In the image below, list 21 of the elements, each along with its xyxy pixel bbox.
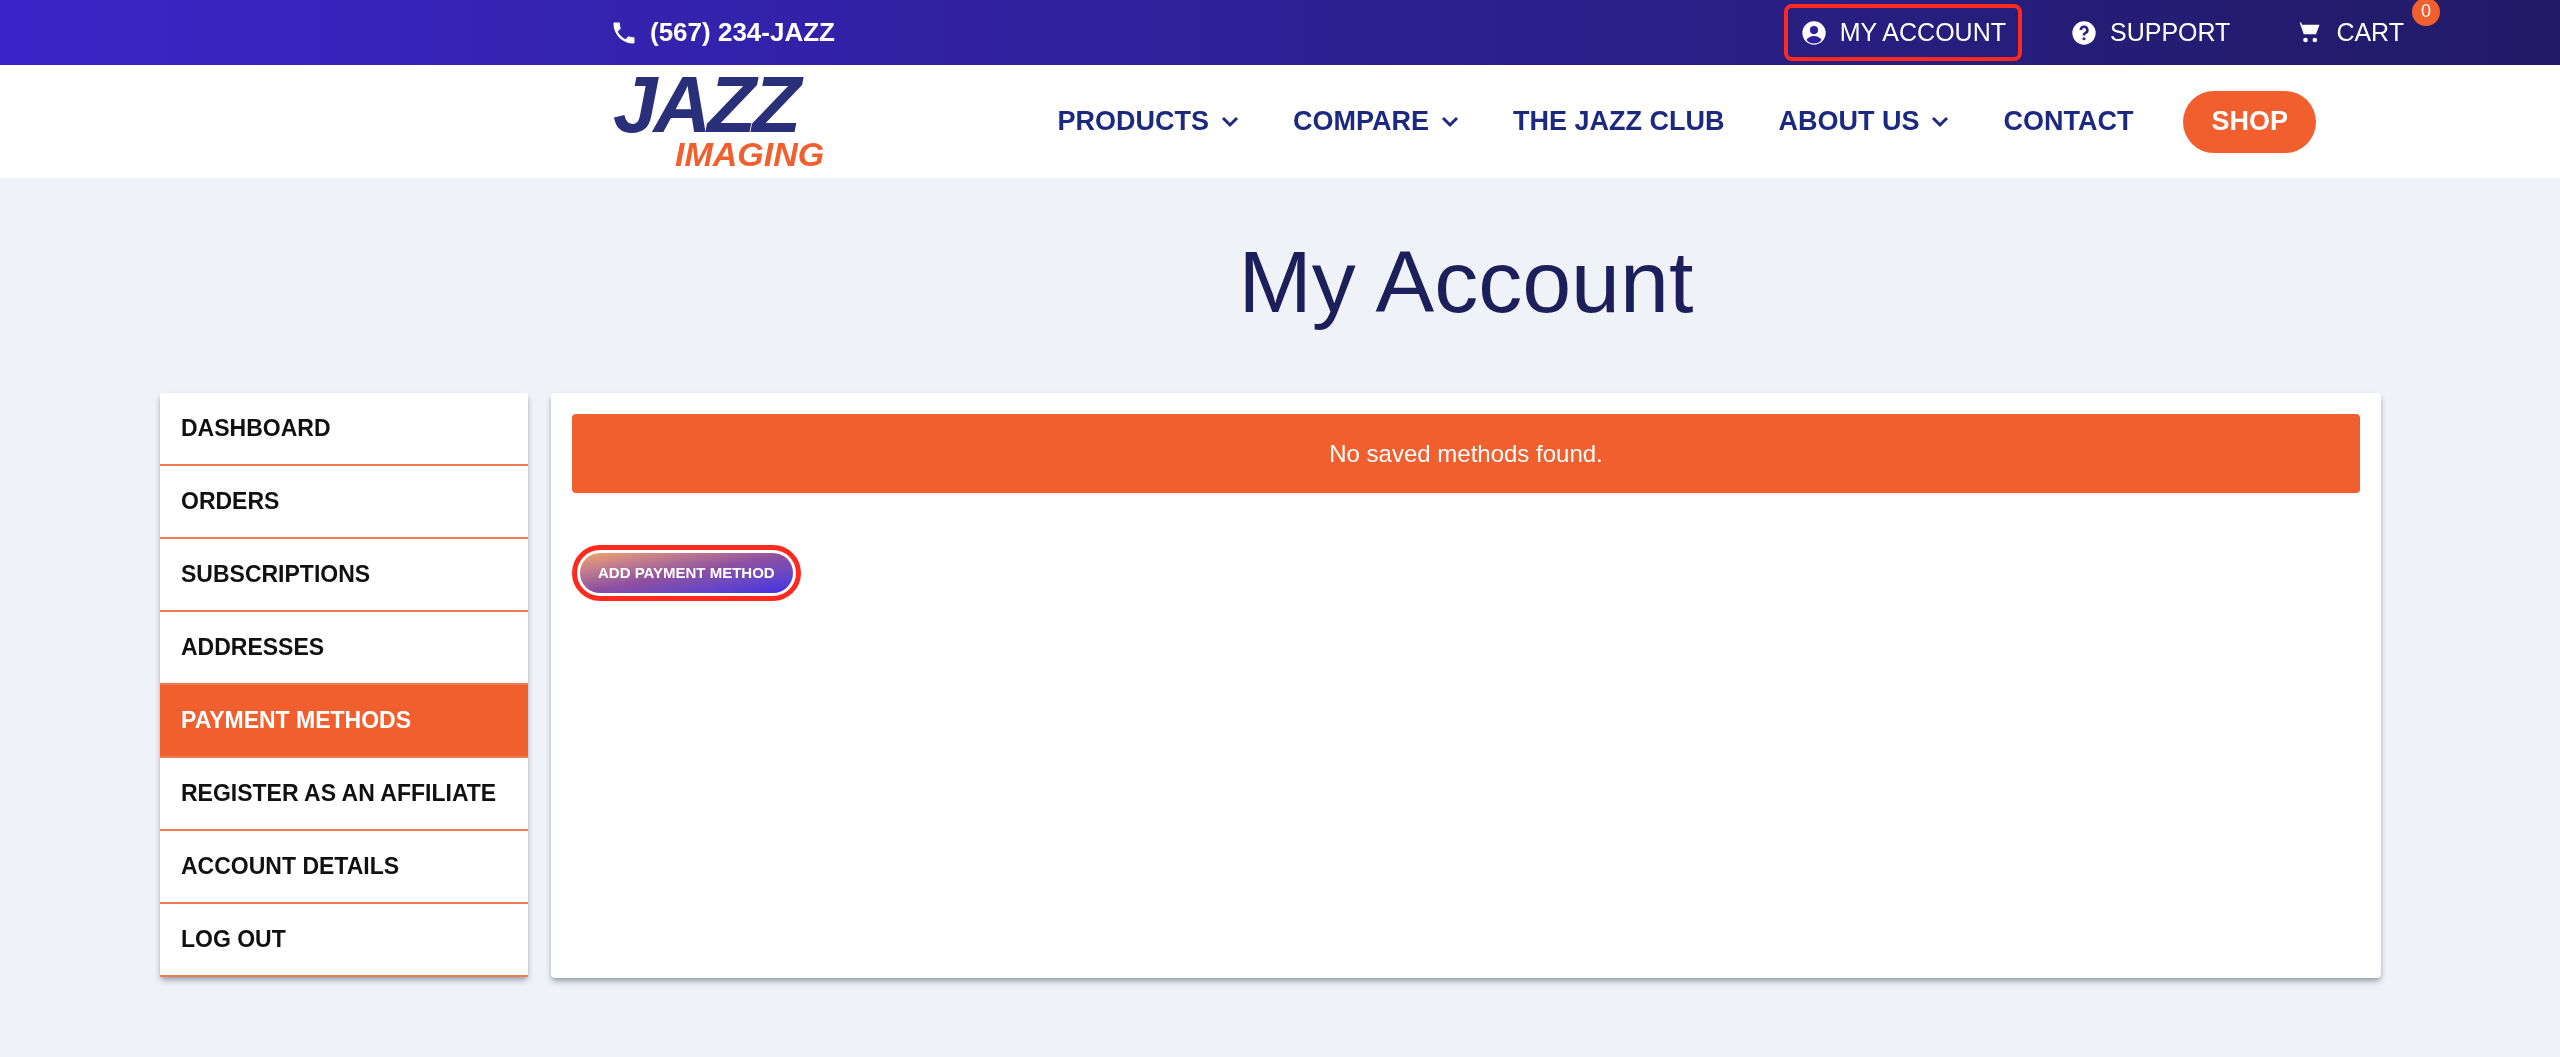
help-icon [2070,18,2098,47]
nav-link[interactable]: ABOUT US [1778,101,1950,142]
add-payment-method-button[interactable]: ADD PAYMENT METHOD [580,553,793,593]
phone-number[interactable]: (567) 234-JAZZ [650,13,835,52]
account-menu-item[interactable]: ADDRESSES [160,612,528,685]
logo[interactable]: JAZZ IMAGING [613,72,825,171]
account-menu-item[interactable]: DASHBOARD [160,393,528,466]
account-menu-item[interactable]: SUBSCRIPTIONS [160,539,528,612]
account-menu-item[interactable]: ACCOUNT DETAILS [160,831,528,904]
account-menu-item[interactable]: LOG OUT [160,904,528,977]
account-link[interactable]: MY ACCOUNT [1783,3,2022,62]
support-link[interactable]: SUPPORT [2054,3,2247,62]
account-menu-item[interactable]: ORDERS [160,466,528,539]
user-icon [1799,18,1828,47]
nav-link[interactable]: CONTACT [2003,101,2134,142]
nav-link[interactable]: PRODUCTS [1057,101,1239,142]
account-menu-item[interactable]: REGISTER AS AN AFFILIATE [160,758,528,831]
notice-banner: No saved methods found. [572,414,2360,493]
cart-count-badge: 0 [2412,0,2440,26]
nav-link[interactable]: THE JAZZ CLUB [1513,101,1725,142]
nav-link[interactable]: COMPARE [1292,101,1459,142]
